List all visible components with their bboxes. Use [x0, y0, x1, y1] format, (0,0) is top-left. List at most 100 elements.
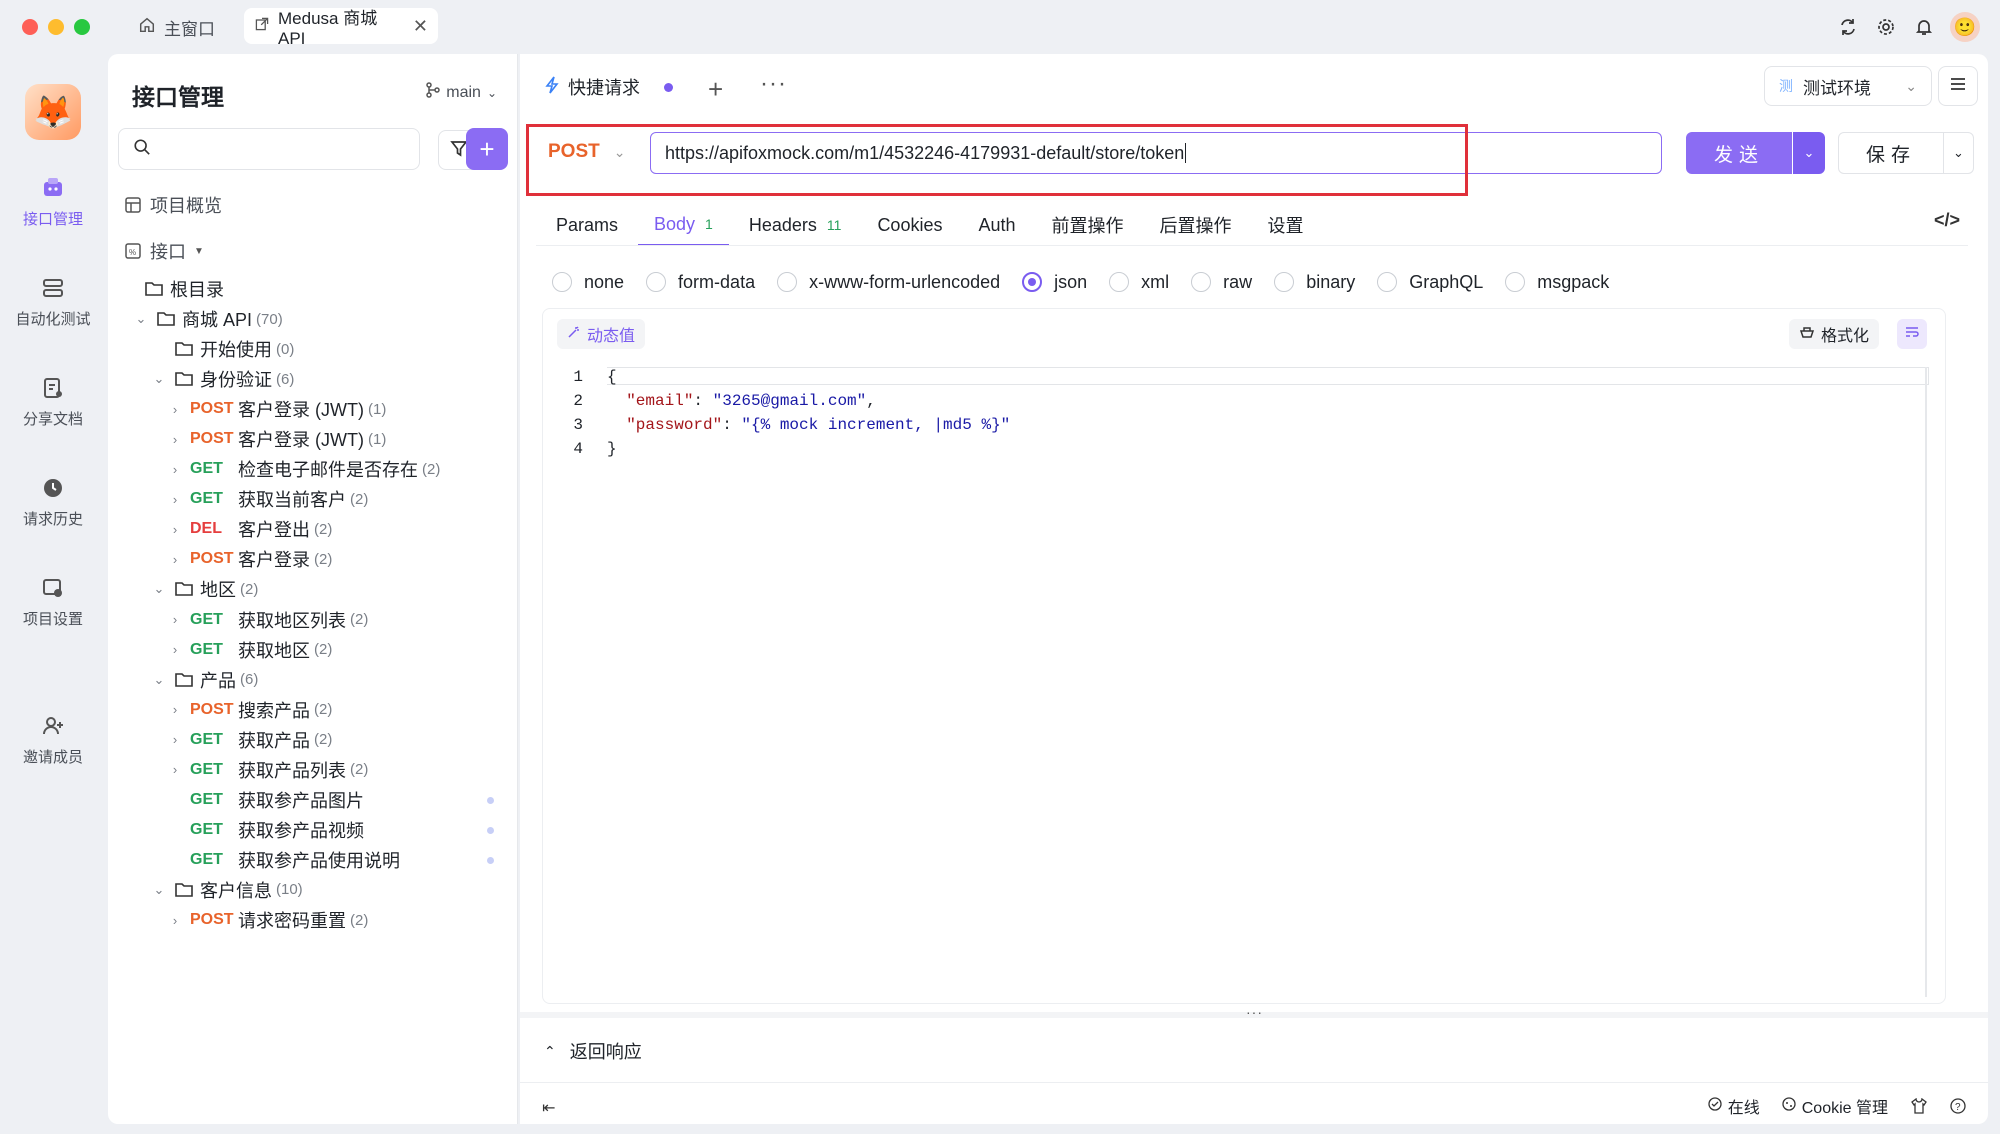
chevron-down-icon[interactable]: ⌄	[152, 371, 166, 387]
chevron-down-icon[interactable]: ⌄	[152, 581, 166, 597]
send-options-button[interactable]: ⌄	[1793, 132, 1825, 174]
chevron-right-icon[interactable]: ›	[168, 402, 182, 417]
radio-urlencoded[interactable]: x-www-form-urlencoded	[777, 266, 1000, 298]
send-button[interactable]: 发送	[1686, 132, 1792, 174]
collapse-sidebar-icon[interactable]: ⇤	[542, 1098, 555, 1118]
chevron-right-icon[interactable]: ›	[168, 702, 182, 717]
url-input[interactable]: https://apifoxmock.com/m1/4532246-417993…	[650, 132, 1662, 174]
chevron-right-icon[interactable]: ›	[168, 612, 182, 627]
overview-item[interactable]: 项目概览	[124, 190, 222, 220]
rail-item-api-management[interactable]: 接口管理	[0, 174, 106, 229]
chevron-right-icon[interactable]: ›	[168, 462, 182, 477]
save-options-button[interactable]: ⌄	[1944, 132, 1974, 174]
radio-json[interactable]: json	[1022, 266, 1087, 298]
branch-selector[interactable]: main ⌄	[426, 82, 497, 103]
close-tab-icon[interactable]: ✕	[413, 16, 428, 37]
shirt-icon[interactable]	[1910, 1098, 1928, 1114]
chevron-down-icon[interactable]: ⌄	[152, 882, 166, 898]
chevron-right-icon[interactable]: ›	[168, 762, 182, 777]
tree-folder[interactable]: ⌄ 商城 API (70)	[134, 304, 283, 334]
tree-api-item[interactable]: › GET 获取地区 (2)	[168, 635, 333, 665]
editor-scrollbar[interactable]	[1925, 367, 1927, 997]
response-toggle[interactable]: ⌃ 返回响应	[544, 1038, 642, 1064]
chevron-right-icon[interactable]: ›	[168, 913, 182, 928]
body-editor[interactable]: 动态值 格式化 1{ 2 "email": "3265@gmail.com", …	[542, 308, 1946, 1004]
minimize-window-button[interactable]	[48, 19, 64, 35]
bell-icon[interactable]	[1912, 15, 1936, 39]
tab-settings[interactable]: 设置	[1268, 204, 1304, 246]
chevron-down-icon[interactable]: ⌄	[134, 311, 148, 327]
tree-api-item[interactable]: › POST 客户登录 (JWT) (1)	[168, 424, 387, 454]
chevron-right-icon[interactable]: ›	[168, 642, 182, 657]
radio-msgpack[interactable]: msgpack	[1505, 266, 1609, 298]
tab-params[interactable]: Params	[556, 204, 618, 246]
tree-api-item[interactable]: › GET 获取产品列表 (2)	[168, 755, 369, 785]
tree-api-item[interactable]: › DEL 客户登出 (2)	[168, 514, 333, 544]
gear-icon[interactable]	[1874, 15, 1898, 39]
rail-item-invite[interactable]: 邀请成员	[0, 712, 106, 767]
maximize-window-button[interactable]	[74, 19, 90, 35]
more-tabs-icon[interactable]: ···	[760, 70, 787, 98]
radio-xml[interactable]: xml	[1109, 266, 1169, 298]
tree-api-item[interactable]: GET 获取参产品图片	[168, 785, 364, 815]
tree-api-item[interactable]: › GET 获取当前客户 (2)	[168, 484, 369, 514]
chevron-right-icon[interactable]: ›	[168, 552, 182, 567]
radio-graphql[interactable]: GraphQL	[1377, 266, 1483, 298]
radio-binary[interactable]: binary	[1274, 266, 1355, 298]
tab-project[interactable]: Medusa 商城 API ✕	[244, 8, 438, 48]
tab-cookies[interactable]: Cookies	[877, 204, 942, 246]
close-window-button[interactable]	[22, 19, 38, 35]
chevron-right-icon[interactable]: ›	[168, 492, 182, 507]
rail-item-automation[interactable]: 自动化测试	[0, 274, 106, 329]
cookie-manager[interactable]: Cookie 管理	[1782, 1094, 1888, 1118]
tree-folder[interactable]: ⌄ 产品 (6)	[152, 665, 259, 695]
sync-icon[interactable]	[1836, 15, 1860, 39]
tab-post-ops[interactable]: 后置操作	[1160, 204, 1232, 246]
sidebar-search[interactable]	[118, 128, 420, 170]
chevron-down-icon[interactable]: ⌄	[152, 672, 166, 688]
tab-quick-request[interactable]: 快捷请求	[530, 64, 690, 112]
tree-folder[interactable]: ⌄ 身份验证 (6)	[152, 364, 295, 394]
radio-raw[interactable]: raw	[1191, 266, 1252, 298]
rail-item-share-doc[interactable]: 分享文档	[0, 374, 106, 429]
interfaces-item[interactable]: % 接口 ▼	[124, 236, 204, 266]
tab-headers[interactable]: Headers 11	[749, 204, 842, 246]
tree-folder[interactable]: ⌄ 客户信息 (10)	[152, 875, 303, 905]
environment-select[interactable]: 测 测试环境 ⌄	[1764, 66, 1932, 106]
tree-folder[interactable]: 开始使用 (0)	[152, 334, 294, 364]
code-icon[interactable]: </>	[1934, 210, 1960, 231]
chevron-right-icon[interactable]: ›	[168, 732, 182, 747]
radio-none[interactable]: none	[552, 266, 624, 298]
method-select[interactable]: POST ⌄	[536, 132, 636, 172]
rail-item-history[interactable]: 请求历史	[0, 474, 106, 529]
radio-form-data[interactable]: form-data	[646, 266, 755, 298]
tree-api-item[interactable]: › GET 检查电子邮件是否存在 (2)	[168, 454, 441, 484]
help-icon[interactable]: ?	[1950, 1098, 1966, 1114]
tab-auth[interactable]: Auth	[978, 204, 1015, 246]
dynamic-value-button[interactable]: 动态值	[557, 319, 646, 349]
tab-body[interactable]: Body 1	[638, 204, 729, 246]
format-button[interactable]: 格式化	[1788, 319, 1879, 349]
tab-home[interactable]: 主窗口	[138, 12, 215, 42]
menu-button[interactable]	[1938, 66, 1978, 106]
tree-api-item[interactable]: › GET 获取地区列表 (2)	[168, 605, 369, 635]
root-folder[interactable]: 根目录	[144, 274, 224, 304]
tree-api-item[interactable]: › POST 搜索产品 (2)	[168, 695, 333, 725]
search-input[interactable]	[159, 140, 399, 158]
save-button[interactable]: 保存	[1838, 132, 1944, 174]
chevron-right-icon[interactable]: ›	[168, 522, 182, 537]
new-tab-button[interactable]: +	[708, 74, 723, 105]
chevron-right-icon[interactable]: ›	[168, 432, 182, 447]
rail-item-project-settings[interactable]: 项目设置	[0, 574, 106, 629]
tree-api-item[interactable]: › GET 获取产品 (2)	[168, 725, 333, 755]
word-wrap-button[interactable]	[1897, 319, 1927, 349]
online-status[interactable]: 在线	[1708, 1094, 1760, 1118]
tree-api-item[interactable]: › POST 客户登录 (JWT) (1)	[168, 394, 387, 424]
tree-api-item[interactable]: GET 获取参产品使用说明	[168, 845, 400, 875]
drag-handle-icon[interactable]: ···	[1246, 1004, 1263, 1020]
tree-api-item[interactable]: › POST 客户登录 (2)	[168, 544, 333, 574]
user-avatar[interactable]: 🙂	[1950, 12, 1980, 42]
add-button[interactable]: +	[466, 128, 508, 170]
tab-pre-ops[interactable]: 前置操作	[1052, 204, 1124, 246]
tree-api-item[interactable]: › POST 请求密码重置 (2)	[168, 905, 369, 935]
